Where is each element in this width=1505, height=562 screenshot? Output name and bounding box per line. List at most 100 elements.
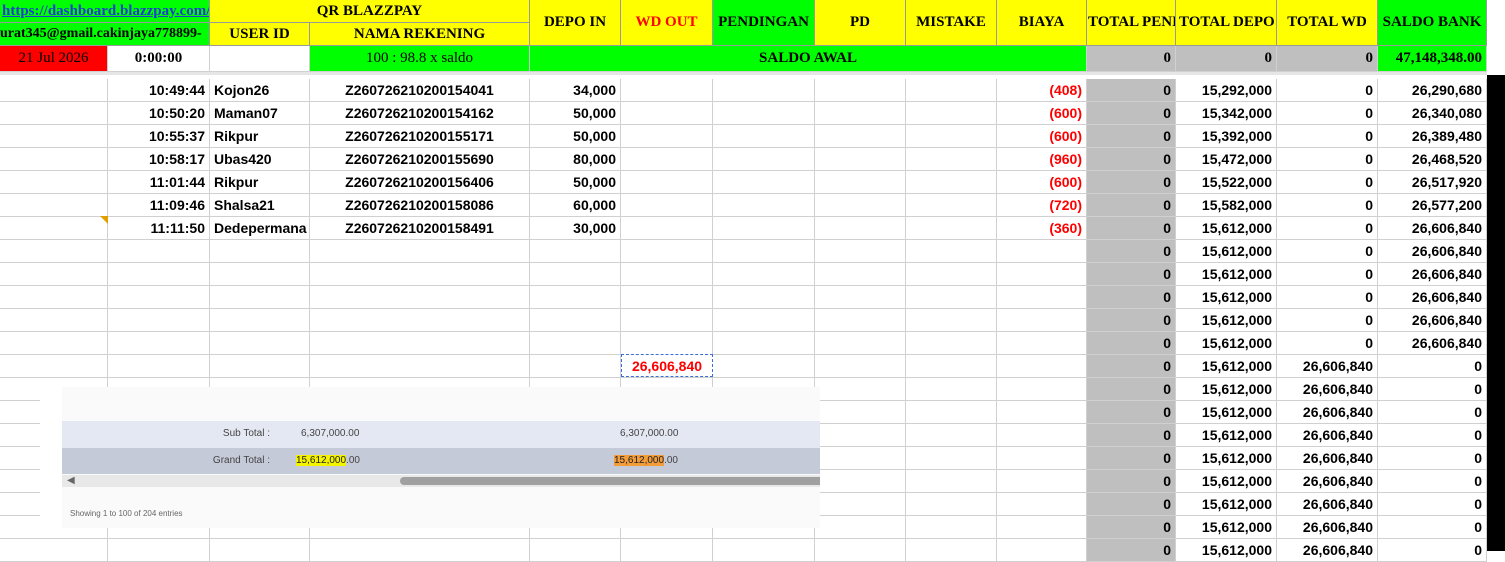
totals-row-sb-cell[interactable]: 0	[1378, 424, 1487, 447]
totals-row-user-cell[interactable]	[210, 286, 310, 309]
transaction-row-pend-cell[interactable]	[713, 194, 815, 217]
transaction-row-mis-cell[interactable]	[906, 148, 997, 171]
transaction-row-rek-cell[interactable]: Z260726210200158086	[310, 194, 530, 217]
transaction-row-biaya-cell[interactable]: (600)	[997, 171, 1087, 194]
totals-row-tp-cell[interactable]: 0	[1087, 516, 1176, 539]
transaction-row-tw-cell[interactable]: 0	[1277, 171, 1378, 194]
totals-row-tp-cell[interactable]: 0	[1087, 493, 1176, 516]
transaction-row-pd-cell[interactable]	[815, 148, 906, 171]
dashboard-url-link[interactable]: https://dashboard.blazzpay.com/	[2, 3, 209, 20]
transaction-row-sb-cell[interactable]: 26,290,680	[1378, 79, 1487, 102]
totals-row-td-cell[interactable]: 15,612,000	[1176, 240, 1277, 263]
totals-row-sb-cell[interactable]: 0	[1378, 378, 1487, 401]
totals-row-pend-cell[interactable]	[713, 240, 815, 263]
transaction-row-tw-cell[interactable]: 0	[1277, 125, 1378, 148]
transaction-row-biaya-cell[interactable]: (960)	[997, 148, 1087, 171]
totals-row-td-cell[interactable]: 15,612,000	[1176, 309, 1277, 332]
totals-row-pd-cell[interactable]	[815, 516, 906, 539]
transaction-row-wd-cell[interactable]	[621, 125, 713, 148]
totals-row-user-cell[interactable]	[210, 309, 310, 332]
date-cell[interactable]: 21 Jul 2026	[0, 46, 108, 72]
transaction-row-tp-cell[interactable]: 0	[1087, 194, 1176, 217]
transaction-row-c0-cell[interactable]	[0, 79, 108, 102]
totals-row-mis-cell[interactable]	[906, 516, 997, 539]
totals-row-tw-cell[interactable]: 26,606,840	[1277, 470, 1378, 493]
transaction-row-pend-cell[interactable]	[713, 171, 815, 194]
totals-row-time-cell[interactable]	[108, 309, 210, 332]
transaction-row-pd-cell[interactable]	[815, 171, 906, 194]
totals-row-wd-cell[interactable]	[621, 263, 713, 286]
transaction-row-rek-cell[interactable]: Z260726210200155171	[310, 125, 530, 148]
transaction-row-user-cell[interactable]: Rikpur	[210, 125, 310, 148]
totals-row-mis-cell[interactable]	[906, 240, 997, 263]
transaction-row-biaya-cell[interactable]: (600)	[997, 125, 1087, 148]
totals-row-time-cell[interactable]	[108, 240, 210, 263]
transaction-row-wd-cell[interactable]	[621, 148, 713, 171]
transaction-row-tp-cell[interactable]: 0	[1087, 217, 1176, 240]
totals-row-rek-cell[interactable]	[310, 355, 530, 378]
transaction-row-mis-cell[interactable]	[906, 217, 997, 240]
transaction-row-c0-cell[interactable]	[0, 102, 108, 125]
totals-row-pd-cell[interactable]	[815, 447, 906, 470]
totals-row-mis-cell[interactable]	[906, 263, 997, 286]
totals-row-tw-cell[interactable]: 26,606,840	[1277, 493, 1378, 516]
totals-row-biaya-cell[interactable]	[997, 424, 1087, 447]
totals-row-pd-cell[interactable]	[815, 240, 906, 263]
transaction-row-pd-cell[interactable]	[815, 125, 906, 148]
totals-row-rek-cell[interactable]	[310, 309, 530, 332]
start-time-cell[interactable]: 0:00:00	[108, 46, 210, 72]
transaction-row-user-cell[interactable]: Dedepermana	[210, 217, 310, 240]
transaction-row-time-cell[interactable]: 10:55:37	[108, 125, 210, 148]
totals-row-td-cell[interactable]: 15,612,000	[1176, 263, 1277, 286]
totals-row-c0-cell[interactable]	[0, 240, 108, 263]
totals-row-c0-cell[interactable]	[0, 309, 108, 332]
totals-row-tp-cell[interactable]: 0	[1087, 332, 1176, 355]
transaction-row-pend-cell[interactable]	[713, 217, 815, 240]
transaction-row-pd-cell[interactable]	[815, 194, 906, 217]
transaction-row-wd-cell[interactable]	[621, 171, 713, 194]
transaction-row-user-cell[interactable]: Maman07	[210, 102, 310, 125]
transaction-row-pd-cell[interactable]	[815, 102, 906, 125]
totals-row-tp-cell[interactable]: 0	[1087, 355, 1176, 378]
totals-row-user-cell[interactable]	[210, 355, 310, 378]
transaction-row-biaya-cell[interactable]: (720)	[997, 194, 1087, 217]
totals-row-user-cell[interactable]	[210, 263, 310, 286]
transaction-row-pend-cell[interactable]	[713, 79, 815, 102]
totals-row-biaya-cell[interactable]	[997, 516, 1087, 539]
totals-row-mis-cell[interactable]	[906, 309, 997, 332]
totals-row-sb-cell[interactable]: 26,606,840	[1378, 309, 1487, 332]
transaction-row-time-cell[interactable]: 10:50:20	[108, 102, 210, 125]
totals-row-mis-cell[interactable]	[906, 401, 997, 424]
transaction-row-rek-cell[interactable]: Z260726210200158491	[310, 217, 530, 240]
transaction-row-pend-cell[interactable]	[713, 125, 815, 148]
totals-row-tw-cell[interactable]: 26,606,840	[1277, 447, 1378, 470]
transaction-row-tw-cell[interactable]: 0	[1277, 102, 1378, 125]
transaction-row-tw-cell[interactable]: 0	[1277, 194, 1378, 217]
transaction-row-rek-cell[interactable]: Z260726210200155690	[310, 148, 530, 171]
totals-row-biaya-cell[interactable]	[997, 378, 1087, 401]
transaction-row-sb-cell[interactable]: 26,389,480	[1378, 125, 1487, 148]
transaction-row-time-cell[interactable]: 10:58:17	[108, 148, 210, 171]
transaction-row-c0-cell[interactable]	[0, 217, 108, 240]
totals-row-td-cell[interactable]: 15,612,000	[1176, 378, 1277, 401]
totals-row-c0-cell[interactable]	[0, 355, 108, 378]
totals-row-biaya-cell[interactable]	[997, 263, 1087, 286]
totals-row-c0-cell[interactable]	[0, 263, 108, 286]
totals-row-sb-cell[interactable]: 26,606,840	[1378, 240, 1487, 263]
totals-row-biaya-cell[interactable]	[997, 286, 1087, 309]
totals-row-sb-cell[interactable]: 0	[1378, 470, 1487, 493]
totals-row-biaya-cell[interactable]	[997, 309, 1087, 332]
totals-row-biaya-cell[interactable]	[997, 355, 1087, 378]
totals-row-tp-cell[interactable]: 0	[1087, 240, 1176, 263]
totals-row-pd-cell[interactable]	[815, 309, 906, 332]
totals-row-wd-cell[interactable]	[621, 286, 713, 309]
totals-row-c0-cell[interactable]	[0, 332, 108, 355]
transaction-row-depo-cell[interactable]: 30,000	[530, 217, 621, 240]
totals-row-biaya-cell[interactable]	[997, 240, 1087, 263]
transaction-row-tp-cell[interactable]: 0	[1087, 79, 1176, 102]
init-total-pend[interactable]: 0	[1087, 46, 1176, 72]
totals-row-rek-cell[interactable]	[310, 332, 530, 355]
arrow-left-icon[interactable]: ◀	[67, 475, 75, 486]
comment-indicator-icon[interactable]	[100, 216, 108, 224]
totals-row-tp-cell[interactable]: 0	[1087, 378, 1176, 401]
